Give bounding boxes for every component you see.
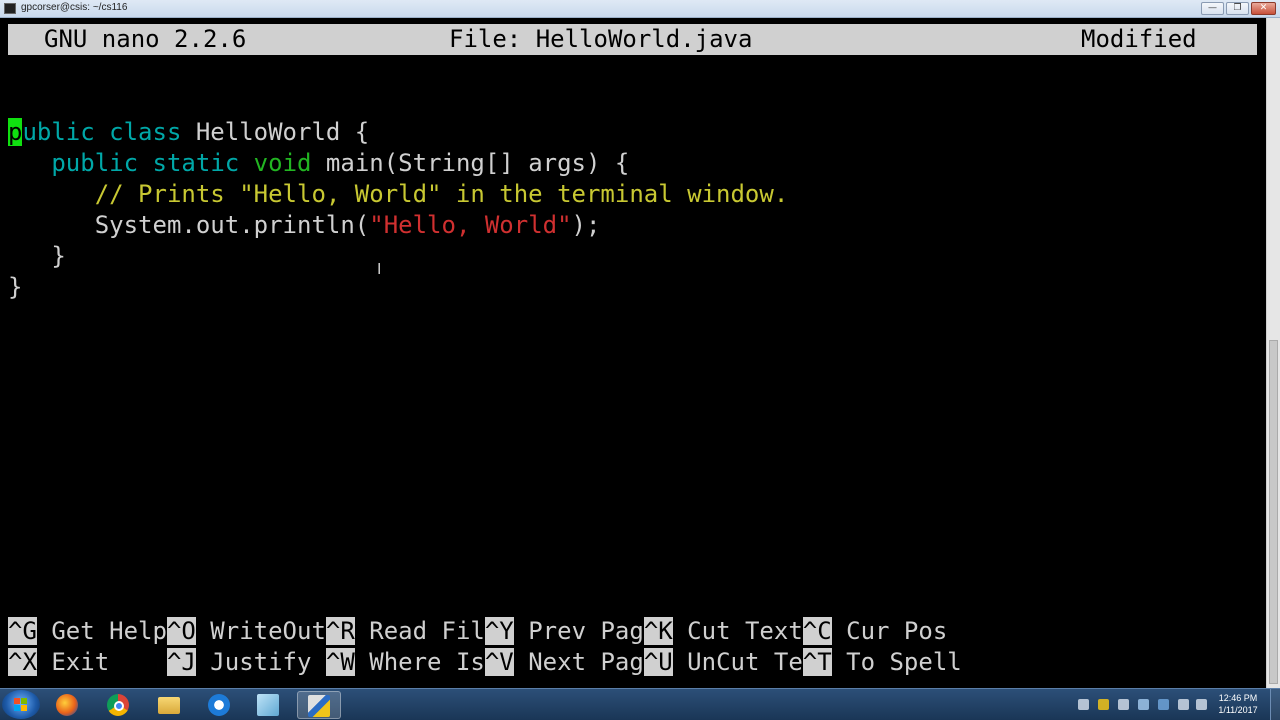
shortcut-key[interactable]: ^Y [484,617,514,645]
code-line-6[interactable]: } [8,272,22,303]
tray-icon[interactable] [1098,699,1109,710]
mouse-ibeam-cursor-icon: I [377,260,382,278]
network-icon[interactable] [1178,699,1189,710]
scrollbar-thumb[interactable] [1269,340,1278,684]
tray-icon[interactable] [1158,699,1169,710]
shortcut-key[interactable]: ^U [643,648,673,676]
code-keyword: static [152,149,240,177]
shortcut-key[interactable]: ^W [325,648,355,676]
tray-icon[interactable] [1118,699,1129,710]
code-line-2[interactable]: public static void main(String[] args) { [8,148,629,179]
minimize-button[interactable]: — [1201,2,1224,15]
code-type: void [253,149,312,177]
code-text: } [51,242,66,270]
terminal-app-icon [4,3,16,14]
code-line-1[interactable]: public class HelloWorld { [8,117,369,148]
code-keyword: class [109,118,182,146]
code-text: } [8,273,23,301]
restore-button[interactable]: ❐ [1226,2,1249,15]
refresh-app-icon[interactable] [198,691,242,719]
clock-date: 1/11/2017 [1218,705,1258,715]
code-comment: // Prints "Hello, World" in the terminal… [94,180,789,208]
shortcut-label: Justify [195,648,326,676]
code-line-4[interactable]: System.out.println("Hello, World"); [8,210,601,241]
notepad-icon[interactable] [247,691,291,719]
start-orb-icon[interactable] [2,690,40,719]
shortcut-key[interactable]: ^C [802,617,832,645]
shortcut-row-1: ^G Get Help^O WriteOut^R Read Fil^Y Prev… [8,616,947,647]
clock-time: 12:46 PM [1218,693,1258,703]
shortcut-key[interactable]: ^T [802,648,832,676]
close-button[interactable]: ✕ [1251,2,1276,15]
shortcut-label: Prev Pag [513,617,644,645]
shortcut-label: WriteOut [195,617,326,645]
code-keyword: ublic [22,118,95,146]
firefox-icon[interactable] [46,691,90,719]
code-line-5[interactable]: } [8,241,66,272]
chrome-icon[interactable] [97,691,141,719]
shortcut-key[interactable]: ^R [325,617,355,645]
shortcut-row-2: ^X Exit ^J Justify ^W Where Is^V Next Pa… [8,647,962,678]
code-keyword: public [51,149,139,177]
shortcut-label: Cut Text [672,617,803,645]
shortcut-label: Exit [36,648,167,676]
shortcut-label: To Spell [831,648,962,676]
shortcut-key[interactable]: ^J [166,648,196,676]
system-clock[interactable]: 12:46 PM 1/11/2017 [1214,692,1262,716]
shortcut-key[interactable]: ^O [166,617,196,645]
taskbar: 12:46 PM 1/11/2017 [0,688,1280,720]
nano-filename: File: HelloWorld.java [449,25,753,53]
code-string: "Hello, World" [369,211,572,239]
code-text: ); [571,211,601,239]
shortcut-label: Get Help [36,617,167,645]
nano-header-bar: GNU nano 2.2.6 File: HelloWorld.java Mod… [8,24,1257,55]
tray-icon[interactable] [1138,699,1149,710]
nano-version: GNU nano 2.2.6 [44,25,247,53]
shortcut-label: Cur Pos [831,617,948,645]
shortcut-label: Read Fil [354,617,485,645]
shortcut-key[interactable]: ^G [8,617,37,645]
nano-modified-status: Modified [1081,25,1197,53]
code-line-3[interactable]: // Prints "Hello, World" in the terminal… [8,179,789,210]
shortcut-label: Next Pag [513,648,644,676]
window-title: gpcorser@csis: ~/cs116 [21,2,128,13]
file-explorer-icon[interactable] [148,691,192,719]
tray-icon[interactable] [1078,699,1089,710]
terminal-scrollbar[interactable] [1266,18,1280,688]
terminal-area[interactable]: GNU nano 2.2.6 File: HelloWorld.java Mod… [0,18,1266,688]
shortcut-label: UnCut Te [672,648,803,676]
putty-icon[interactable] [297,691,341,719]
text-cursor: p [8,118,23,146]
shortcut-key[interactable]: ^K [643,617,673,645]
volume-icon[interactable] [1196,699,1207,710]
code-text: System.out.println( [94,211,370,239]
window-titlebar: gpcorser@csis: ~/cs116 — ❐ ✕ [0,0,1280,18]
shortcut-key[interactable]: ^X [8,648,37,676]
code-text: main(String[] args) { [311,149,630,177]
system-tray [1074,689,1214,720]
shortcut-label: Where Is [354,648,485,676]
show-desktop-button[interactable] [1270,689,1280,720]
code-text: HelloWorld { [181,118,370,146]
shortcut-key[interactable]: ^V [484,648,514,676]
